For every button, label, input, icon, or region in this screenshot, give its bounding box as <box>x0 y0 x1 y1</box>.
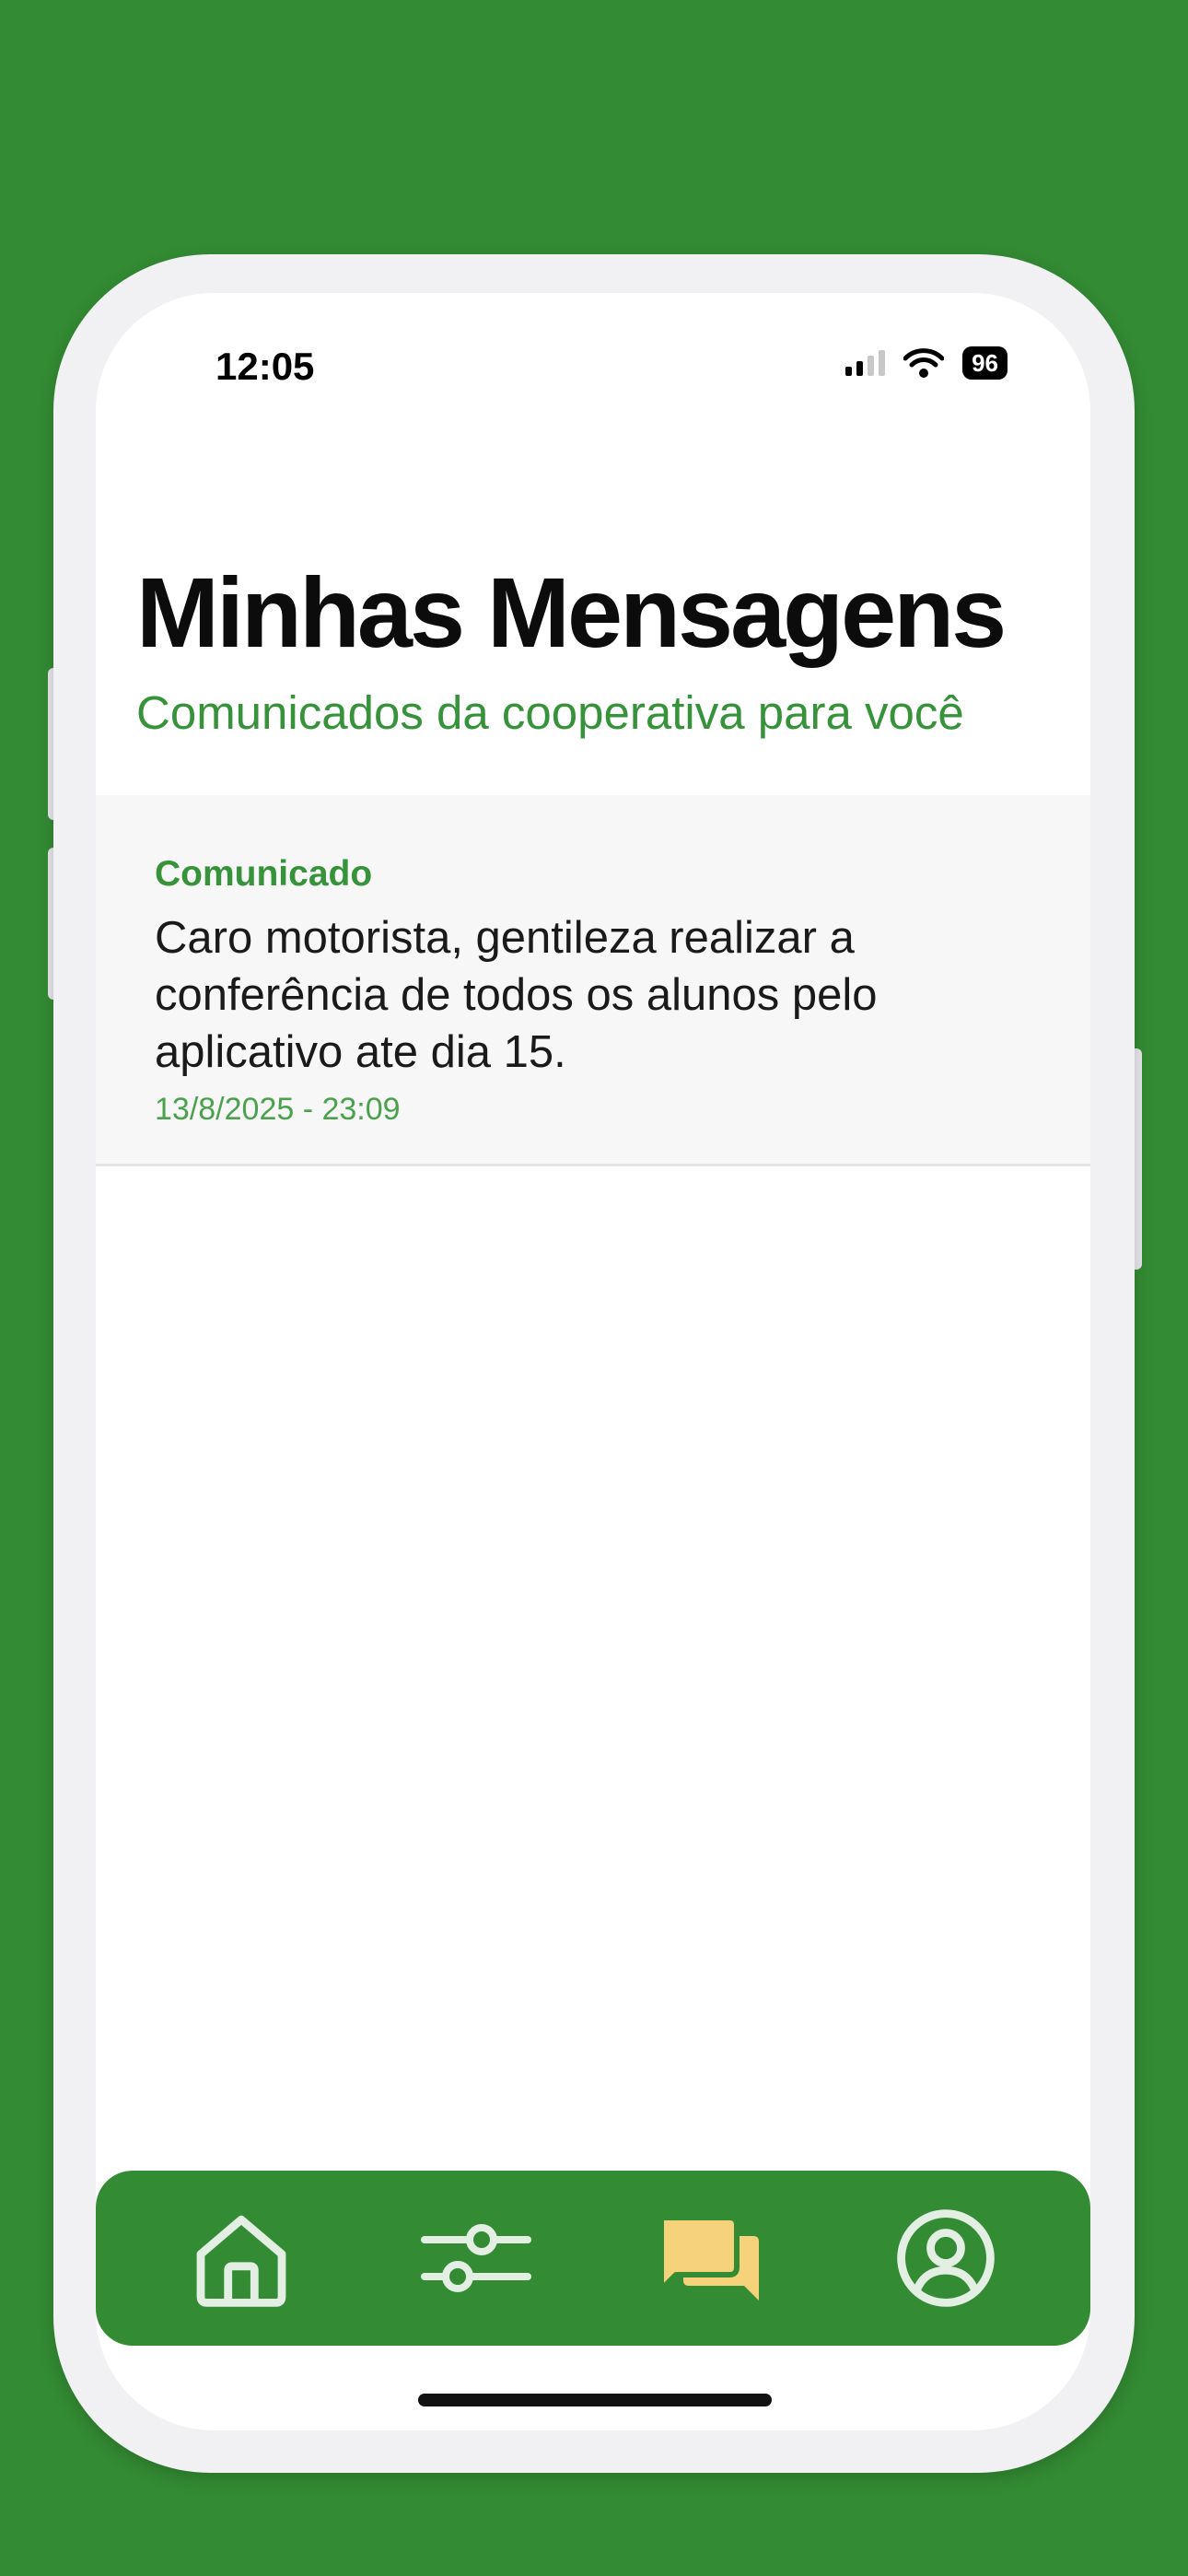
tab-home[interactable] <box>172 2189 310 2327</box>
phone-screen: 12:05 96 Minhas Mensagens Comunicados da… <box>96 293 1090 2430</box>
tab-profile[interactable] <box>877 2189 1015 2327</box>
user-circle-icon <box>896 2209 995 2307</box>
home-indicator[interactable] <box>418 2394 772 2406</box>
home-icon <box>196 2215 285 2307</box>
cellular-signal-icon <box>845 350 886 376</box>
chat-bubbles-icon <box>658 2215 759 2301</box>
tab-messages[interactable] <box>642 2189 780 2327</box>
tab-settings[interactable] <box>407 2189 545 2327</box>
status-icons: 96 <box>845 346 1007 380</box>
message-category: Comunicado <box>155 854 373 894</box>
page-title: Minhas Mensagens <box>136 556 1007 668</box>
message-text: Caro motorista, gentileza realizar a con… <box>155 913 878 1077</box>
message-card[interactable]: Comunicado Caro motorista, gentileza rea… <box>96 795 1090 1166</box>
status-time: 12:05 <box>215 345 315 388</box>
tab-bar <box>96 2171 1090 2346</box>
battery-indicator: 96 <box>962 346 1007 380</box>
message-date: 13/8/2025 - 23:09 <box>155 1092 401 1127</box>
page-subtitle: Comunicados da cooperativa para você <box>136 686 964 739</box>
wifi-icon <box>903 348 945 378</box>
sliders-icon <box>420 2224 531 2292</box>
